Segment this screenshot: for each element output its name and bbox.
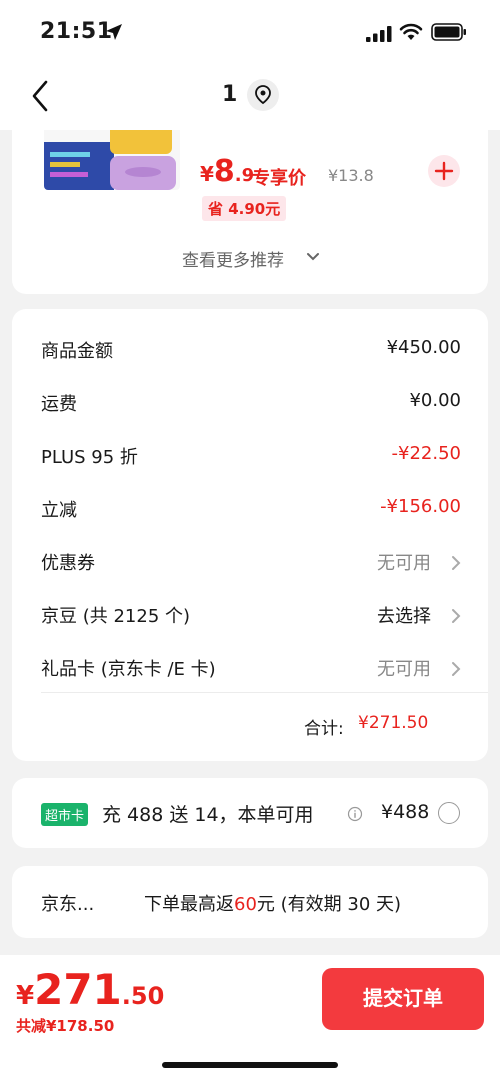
order-summary-card: 商品金额 ¥450.00 运费 ¥0.00 PLUS 95 折 -¥22.50 …: [12, 309, 488, 761]
supermarket-card-offer: 充 488 送 14，本单可用: [102, 804, 314, 826]
jd-cashback-promo: 下单最高返60元 (有效期 30 天): [144, 894, 402, 915]
recommend-price: ¥8.9: [200, 154, 255, 189]
page-title: 1: [222, 82, 238, 107]
jd-cashback-label: 京东...: [41, 894, 95, 915]
total-label: 合计:: [304, 719, 344, 739]
status-bar: 21:51: [0, 0, 500, 64]
status-time: 21:51: [40, 19, 113, 44]
back-button[interactable]: [28, 78, 58, 114]
summary-row-jd-beans[interactable]: 京豆 (共 2125 个) 去选择: [41, 602, 461, 632]
final-price: ¥271.50: [16, 965, 165, 1014]
nav-bar: 1: [0, 64, 500, 130]
home-indicator: [162, 1062, 338, 1068]
chevron-right-icon: [452, 556, 461, 570]
location-button[interactable]: [247, 79, 279, 111]
jd-cashback-card[interactable]: 京东... 下单最高返60元 (有效期 30 天): [12, 866, 488, 938]
summary-row-goods-amount: 商品金额 ¥450.00: [41, 337, 461, 362]
summary-row-plus-discount: PLUS 95 折 -¥22.50: [41, 443, 461, 468]
chevron-right-icon: [452, 662, 461, 676]
location-pin-icon: [255, 85, 271, 105]
wifi-icon: [399, 23, 423, 40]
total-amount: ¥271.50: [358, 713, 429, 733]
chevron-right-icon: [452, 609, 461, 623]
summary-row-gift-card[interactable]: 礼品卡 (京东卡 /E 卡) 无可用: [41, 655, 461, 685]
checkout-footer: ¥271.50 共减¥178.50 提交订单: [0, 955, 500, 1083]
submit-order-button[interactable]: 提交订单: [322, 968, 484, 1030]
supermarket-card-promo[interactable]: 超市卡 充 488 送 14，本单可用 ¥488: [12, 778, 488, 848]
add-to-cart-button[interactable]: [428, 155, 460, 187]
info-icon[interactable]: [347, 806, 363, 822]
battery-icon: [431, 23, 466, 41]
summary-row-instant-discount: 立减 -¥156.00: [41, 496, 461, 521]
exclusive-price-label: 专享价: [252, 168, 306, 189]
save-badge: 省 4.90元: [202, 196, 287, 221]
supermarket-card-price: ¥488: [381, 801, 430, 823]
original-price: ¥13.8: [328, 166, 374, 185]
summary-row-shipping: 运费 ¥0.00: [41, 390, 461, 415]
chevron-down-icon: [307, 253, 319, 261]
divider: [41, 692, 488, 693]
total-saving: 共减¥178.50: [16, 1017, 115, 1035]
summary-row-coupon[interactable]: 优惠券 无可用: [41, 549, 461, 579]
view-more-recommendations[interactable]: 查看更多推荐: [182, 246, 284, 271]
location-arrow-icon: [106, 24, 122, 40]
cellular-signal-icon: [366, 26, 392, 42]
supermarket-card-badge: 超市卡: [41, 803, 89, 826]
product-image[interactable]: [44, 120, 180, 190]
plus-icon: [434, 161, 454, 181]
supermarket-card-radio[interactable]: [438, 802, 460, 824]
chevron-left-icon: [32, 80, 48, 112]
